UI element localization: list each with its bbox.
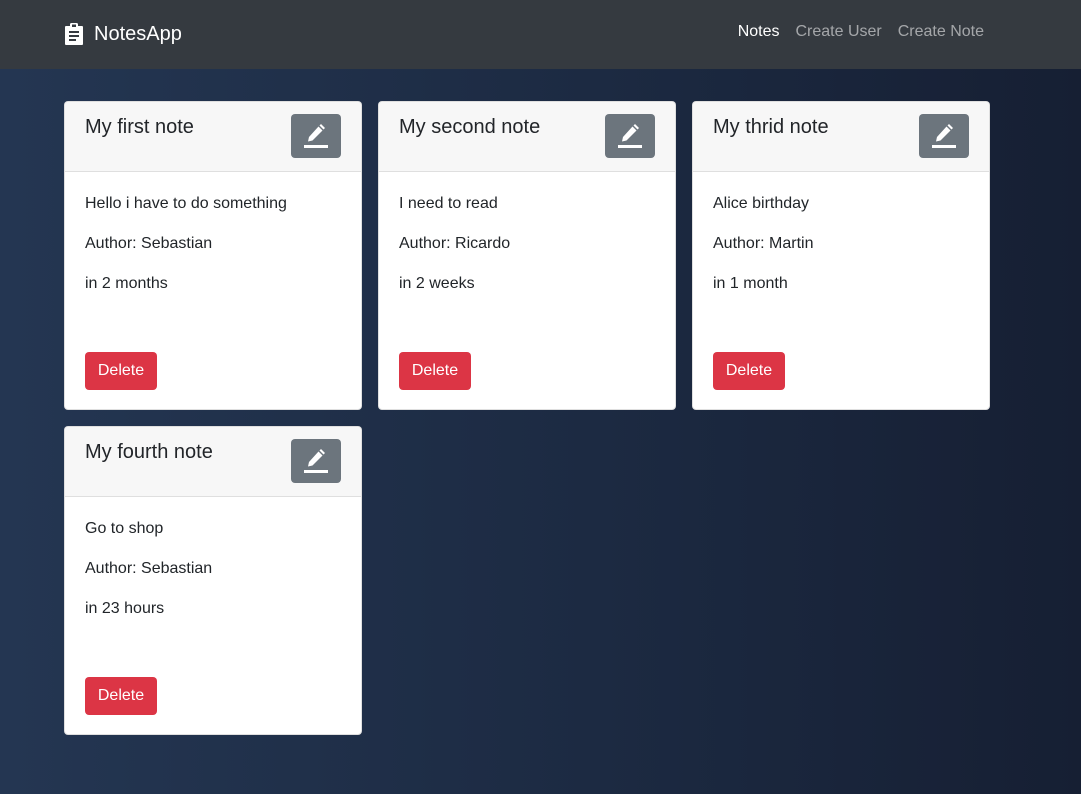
note-card: My first note Hello i have to do somethi… bbox=[64, 101, 362, 410]
delete-button[interactable]: Delete bbox=[85, 352, 157, 390]
brand-name: NotesApp bbox=[94, 22, 182, 45]
note-time: in 23 hours bbox=[85, 600, 165, 617]
note-card-header: My first note bbox=[65, 102, 361, 172]
navbar: NotesApp Notes Create User Create Note bbox=[0, 0, 1081, 69]
note-title: My fourth note bbox=[85, 441, 213, 463]
note-card-body: Hello i have to do something Author: Seb… bbox=[65, 172, 361, 409]
note-title: My second note bbox=[399, 116, 541, 138]
note-author: Author: Sebastian bbox=[85, 560, 213, 577]
note-card-header: My fourth note bbox=[65, 427, 361, 497]
note-time: in 1 month bbox=[713, 275, 788, 292]
edit-icon bbox=[618, 124, 642, 148]
edit-note-button[interactable] bbox=[291, 439, 341, 483]
note-card-header: My second note bbox=[379, 102, 675, 172]
note-card: My fourth note Go to shop Author: Sebast… bbox=[64, 426, 362, 735]
delete-button[interactable]: Delete bbox=[399, 352, 471, 390]
note-title: My thrid note bbox=[713, 116, 829, 138]
note-title: My first note bbox=[85, 116, 194, 138]
note-content: Go to shop bbox=[85, 520, 164, 537]
clipboard-icon bbox=[65, 23, 83, 45]
note-content: I need to read bbox=[399, 195, 498, 212]
note-author: Author: Sebastian bbox=[85, 235, 213, 252]
note-card-body: Go to shop Author: Sebastian in 23 hours… bbox=[65, 497, 361, 734]
delete-button[interactable]: Delete bbox=[713, 352, 785, 390]
nav-link-create-note[interactable]: Create Note bbox=[898, 23, 984, 41]
delete-button[interactable]: Delete bbox=[85, 677, 157, 715]
note-time: in 2 months bbox=[85, 275, 168, 292]
note-time: in 2 weeks bbox=[399, 275, 475, 292]
edit-note-button[interactable] bbox=[605, 114, 655, 158]
nav-link-create-user[interactable]: Create User bbox=[795, 23, 881, 41]
note-author: Author: Ricardo bbox=[399, 235, 511, 252]
note-card: My thrid note Alice birthday Author: Mar… bbox=[692, 101, 990, 410]
note-author: Author: Martin bbox=[713, 235, 814, 252]
edit-note-button[interactable] bbox=[919, 114, 969, 158]
note-card: My second note I need to read Author: Ri… bbox=[378, 101, 676, 410]
edit-icon bbox=[304, 124, 328, 148]
nav-link-notes[interactable]: Notes bbox=[738, 23, 780, 41]
note-card-header: My thrid note bbox=[693, 102, 989, 172]
nav-links: Notes Create User Create Note bbox=[738, 23, 984, 41]
edit-icon bbox=[932, 124, 956, 148]
edit-icon bbox=[304, 449, 328, 473]
brand-link[interactable]: NotesApp bbox=[64, 20, 182, 48]
note-content: Alice birthday bbox=[713, 195, 810, 212]
note-card-body: I need to read Author: Ricardo in 2 week… bbox=[379, 172, 675, 409]
note-content: Hello i have to do something bbox=[85, 195, 287, 212]
note-card-body: Alice birthday Author: Martin in 1 month… bbox=[693, 172, 989, 409]
edit-note-button[interactable] bbox=[291, 114, 341, 158]
